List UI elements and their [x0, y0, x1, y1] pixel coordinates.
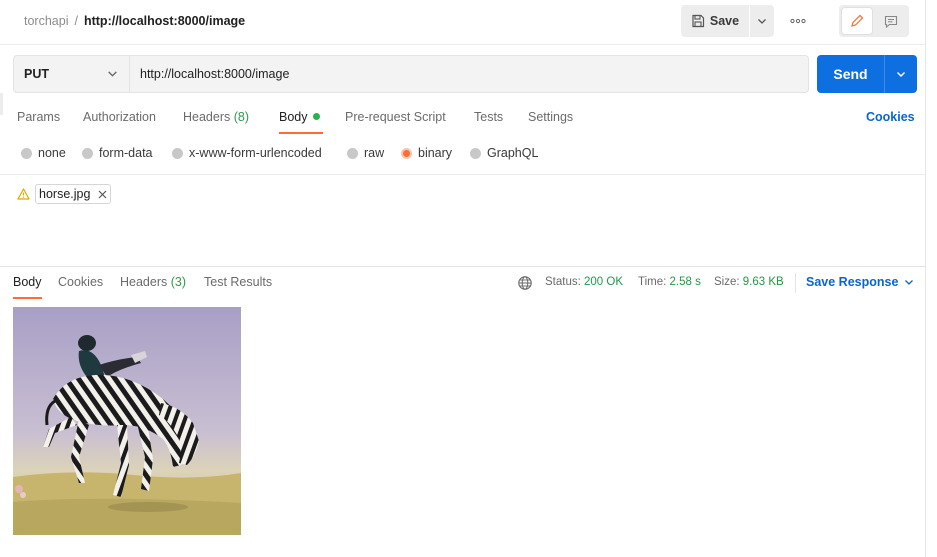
pane-divider[interactable]: [0, 266, 925, 267]
radio-binary[interactable]: binary: [401, 146, 452, 160]
edit-mode-button[interactable]: [842, 8, 872, 34]
warning-icon: [17, 188, 30, 200]
url-input[interactable]: http://localhost:8000/image: [140, 67, 289, 81]
method-label: PUT: [24, 67, 49, 81]
response-time[interactable]: Time: 2.58 s: [638, 276, 701, 288]
cookies-link[interactable]: Cookies: [866, 110, 915, 124]
response-image-preview: [13, 307, 241, 535]
more-icon: [790, 18, 806, 24]
chevron-down-icon: [108, 71, 117, 77]
chevron-down-icon: [905, 280, 914, 285]
radio-label: form-data: [99, 146, 153, 160]
tab-pre-request-script[interactable]: Pre-request Script: [345, 110, 446, 124]
response-tab-headers[interactable]: Headers (3): [120, 275, 186, 289]
tab-tests[interactable]: Tests: [474, 110, 503, 124]
url-bar: PUT http://localhost:8000/image: [13, 55, 809, 93]
tab-headers-count: (8): [233, 110, 250, 124]
tab-body-label: Body: [279, 110, 308, 124]
radio-label: GraphQL: [487, 146, 539, 160]
radio-graphql[interactable]: GraphQL: [470, 146, 538, 160]
radio-label: none: [38, 146, 66, 160]
radio-circle: [470, 147, 481, 159]
divider: [795, 273, 796, 293]
radio-circle: [172, 147, 183, 159]
time-label: Time:: [638, 276, 667, 288]
save-label: Save: [709, 14, 740, 28]
view-toggle: [839, 5, 909, 37]
status-value: 200 OK: [584, 276, 624, 288]
response-status[interactable]: Status: 200 OK: [545, 276, 623, 288]
tab-headers[interactable]: Headers (8): [183, 110, 249, 124]
radio-none[interactable]: none: [21, 146, 66, 160]
comment-icon: [884, 15, 898, 28]
response-tab-headers-count: (3): [170, 275, 187, 289]
binary-file-row: horse.jpg: [17, 184, 112, 204]
breadcrumb-separator: /: [74, 14, 78, 28]
radio-x-www-form-urlencoded[interactable]: x-www-form-urlencoded: [172, 146, 322, 160]
save-response-button[interactable]: Save Response: [806, 275, 914, 289]
response-size[interactable]: Size: 9.63 KB: [714, 276, 784, 288]
save-icon: [692, 14, 704, 28]
file-chip[interactable]: horse.jpg: [35, 184, 112, 204]
comments-button[interactable]: [876, 8, 906, 34]
chevron-down-icon: [758, 19, 766, 24]
tab-headers-label: Headers: [183, 110, 231, 124]
send-button[interactable]: Send: [817, 55, 884, 93]
sidebar-edge: [0, 93, 3, 115]
active-tab-underline: [279, 132, 323, 134]
save-response-label: Save Response: [806, 275, 899, 289]
response-tab-body[interactable]: Body: [13, 275, 42, 289]
save-options-button[interactable]: [750, 5, 774, 37]
status-label: Status:: [545, 276, 581, 288]
request-title[interactable]: http://localhost:8000/image: [84, 14, 245, 28]
response-tab-test-results[interactable]: Test Results: [204, 275, 272, 289]
save-group: Save: [681, 5, 774, 37]
time-value: 2.58 s: [669, 276, 701, 288]
pencil-icon: [851, 14, 864, 27]
tab-settings[interactable]: Settings: [528, 110, 573, 124]
workspace-link[interactable]: torchapi: [24, 14, 68, 28]
window-edge: [925, 0, 926, 557]
response-tab-cookies[interactable]: Cookies: [58, 275, 103, 289]
save-button[interactable]: Save: [681, 5, 749, 37]
radio-circle-selected: [401, 147, 412, 159]
size-label: Size:: [714, 276, 740, 288]
radio-circle: [21, 147, 32, 159]
file-name: horse.jpg: [39, 187, 91, 201]
radio-raw[interactable]: raw: [347, 146, 384, 160]
chevron-down-icon: [897, 72, 905, 77]
radio-form-data[interactable]: form-data: [82, 146, 153, 160]
response-tab-headers-label: Headers: [120, 275, 168, 289]
divider: [0, 174, 925, 175]
send-group: Send: [817, 55, 917, 93]
send-options-button[interactable]: [885, 55, 917, 93]
close-icon[interactable]: [98, 190, 107, 199]
tab-authorization[interactable]: Authorization: [83, 110, 156, 124]
radio-label: raw: [364, 146, 385, 160]
radio-circle: [82, 147, 93, 159]
more-actions-button[interactable]: [787, 10, 809, 32]
method-select[interactable]: PUT: [14, 56, 130, 92]
request-header: torchapi / http://localhost:8000/image Sav…: [0, 0, 925, 45]
radio-label: binary: [418, 146, 453, 160]
active-tab-underline: [13, 297, 42, 299]
breadcrumb: torchapi / http://localhost:8000/image: [24, 14, 245, 28]
tab-params[interactable]: Params: [17, 110, 60, 124]
request-tabs: Params Authorization Headers (8) Body Pr…: [17, 110, 917, 134]
size-value: 9.63 KB: [742, 276, 784, 288]
radio-circle: [347, 147, 358, 159]
tab-body[interactable]: Body: [279, 110, 320, 124]
globe-icon[interactable]: [517, 275, 533, 291]
radio-label: x-www-form-urlencoded: [189, 146, 322, 160]
body-indicator-dot: [312, 113, 320, 120]
